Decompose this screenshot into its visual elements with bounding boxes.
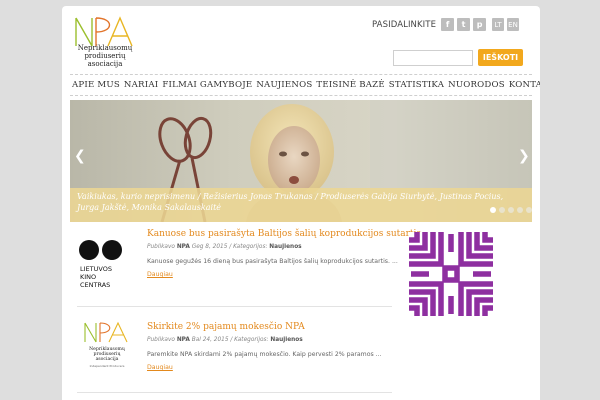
- news-meta: Publikavo NPA Bal 24, 2015 / Kategorijos…: [147, 337, 303, 343]
- news-excerpt: Paremkite NPA skirdami 2% pajamų mokesči…: [147, 351, 382, 358]
- language-switcher: LT EN: [492, 18, 519, 31]
- twitter-icon[interactable]: t: [457, 18, 471, 31]
- hero-slider[interactable]: ❮ ❯ Vaikiukas, kurio neprisimenu / Režis…: [70, 100, 532, 222]
- slider-dot[interactable]: [517, 207, 523, 213]
- lang-en[interactable]: EN: [507, 18, 519, 31]
- logo-text: Nepriklausomų prodiuserių asociacija: [74, 44, 136, 68]
- slide-caption: Vaikiukas, kurio neprisimenu / Režisieri…: [70, 188, 532, 222]
- page-container: Nepriklausomų prodiuserių asociacija PAS…: [62, 6, 540, 400]
- lang-lt[interactable]: LT: [492, 18, 504, 31]
- news-thumb-lkc-logo[interactable]: LIETUVOS KINO CENTRAS: [79, 238, 135, 294]
- thumb-text: Independent Producers: [90, 364, 125, 368]
- pinterest-icon[interactable]: p: [473, 18, 487, 31]
- thumb-text: CENTRAS: [80, 281, 110, 289]
- meta-category-label: Kategorijos:: [234, 337, 269, 343]
- news-title[interactable]: Skirkite 2% pajamų mokesčio NPA: [147, 322, 305, 332]
- meta-author[interactable]: NPA: [177, 337, 190, 343]
- search-input[interactable]: [393, 50, 473, 66]
- logo-line: Nepriklausomų: [77, 44, 133, 52]
- slider-next-arrow[interactable]: ❯: [518, 149, 530, 163]
- slider-dot[interactable]: [499, 207, 505, 213]
- nav-item-statistika[interactable]: STATISTIKA: [387, 80, 446, 90]
- slider-prev-arrow[interactable]: ❮: [74, 149, 86, 163]
- slider-dots: [490, 207, 532, 213]
- nav-item-nuorodos[interactable]: NUORODOS: [446, 80, 507, 90]
- sidebar-pattern-banner[interactable]: [409, 232, 493, 316]
- nav-item-apie-mus[interactable]: APIE MUS: [70, 80, 122, 90]
- nav-item-filmai-gamyboje[interactable]: FILMAI GAMYBOJE: [160, 80, 254, 90]
- nav-item-naujienos[interactable]: NAUJIENOS: [254, 80, 314, 90]
- thumb-text: asociacija: [96, 356, 119, 362]
- news-meta: Publikavo NPA Geg 8, 2015 / Kategorijos:…: [147, 244, 302, 250]
- meta-prefix: Publikavo: [147, 244, 175, 250]
- meta-category[interactable]: Naujienos: [269, 244, 301, 250]
- meta-date: Bal 24, 2015: [191, 337, 229, 343]
- nav-item-nariai[interactable]: NARIAI: [122, 80, 160, 90]
- meta-author[interactable]: NPA: [177, 244, 190, 250]
- meta-category[interactable]: Naujienos: [270, 337, 302, 343]
- logo-line: prodiuserių: [84, 52, 126, 60]
- search-button[interactable]: IEŠKOTI: [478, 49, 523, 66]
- nav-item-kontaktai[interactable]: KONTAKTAI: [507, 80, 540, 90]
- meta-prefix: Publikavo: [147, 337, 175, 343]
- slider-dot[interactable]: [490, 207, 496, 213]
- meta-date: Geg 8, 2015: [191, 244, 228, 250]
- news-title[interactable]: Kanuose bus pasirašyta Baltijos šalių ko…: [147, 229, 421, 239]
- share-bar: PASIDALINKITE f t p: [372, 18, 487, 31]
- divider: [77, 306, 392, 307]
- read-more-link[interactable]: Daugiau: [147, 364, 173, 371]
- divider: [77, 392, 392, 393]
- facebook-icon[interactable]: f: [441, 18, 455, 31]
- slider-dot[interactable]: [526, 207, 532, 213]
- thumb-text: KINO: [80, 273, 96, 281]
- main-nav: APIE MUS NARIAI FILMAI GAMYBOJE NAUJIENO…: [70, 74, 540, 96]
- news-excerpt: Kanuose gegužės 16 dieną bus pasirašyta …: [147, 258, 398, 265]
- slider-dot[interactable]: [508, 207, 514, 213]
- share-label: PASIDALINKITE: [372, 19, 437, 30]
- logo-line: asociacija: [87, 60, 123, 68]
- nav-item-teisine-baze[interactable]: TEISINĖ BAZĖ: [314, 80, 386, 90]
- read-more-link[interactable]: Daugiau: [147, 271, 173, 278]
- meta-category-label: Kategorijos:: [233, 244, 268, 250]
- thumb-text: LIETUVOS: [80, 265, 112, 273]
- news-thumb-npa-logo[interactable]: Nepriklausomų prodiuserių asociacija Ind…: [79, 320, 135, 376]
